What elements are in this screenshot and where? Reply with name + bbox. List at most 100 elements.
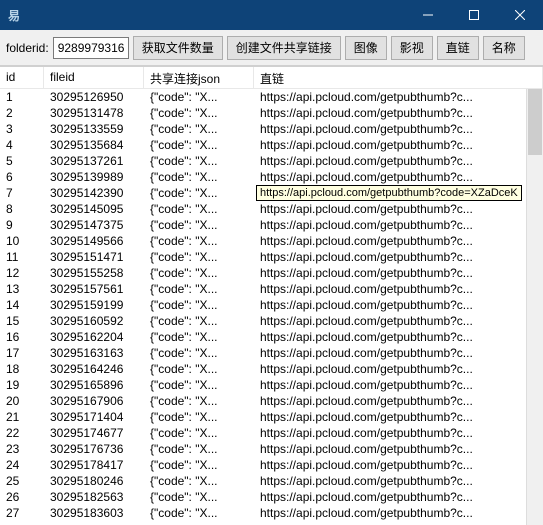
table-row[interactable]: 830295145095{"code": "X...https://api.pc… — [0, 201, 543, 217]
cell-fileid: 30295149566 — [44, 233, 144, 249]
cell-id: 19 — [0, 377, 44, 393]
cell-json: {"code": "X... — [144, 393, 254, 409]
col-fileid[interactable]: fileid — [44, 67, 144, 88]
table-row[interactable]: 2430295178417{"code": "X...https://api.p… — [0, 457, 543, 473]
cell-fileid: 30295126950 — [44, 89, 144, 105]
image-button[interactable]: 图像 — [345, 36, 387, 60]
cell-url: https://api.pcloud.com/getpubthumb?c... — [254, 105, 543, 121]
table-row[interactable]: 1530295160592{"code": "X...https://api.p… — [0, 313, 543, 329]
table-row[interactable]: 1030295149566{"code": "X...https://api.p… — [0, 233, 543, 249]
cell-url: https://api.pcloud.com/getpubthumb?c... — [254, 89, 543, 105]
cell-fileid: 30295147375 — [44, 217, 144, 233]
cell-id: 11 — [0, 249, 44, 265]
cell-url: https://api.pcloud.com/getpubthumb?c... — [254, 361, 543, 377]
minimize-button[interactable] — [405, 0, 451, 30]
table-row[interactable]: 2230295174677{"code": "X...https://api.p… — [0, 425, 543, 441]
cell-json: {"code": "X... — [144, 105, 254, 121]
cell-fileid: 30295162204 — [44, 329, 144, 345]
cell-json: {"code": "X... — [144, 313, 254, 329]
cell-url: https://api.pcloud.com/getpubthumb?c... — [254, 137, 543, 153]
cell-json: {"code": "X... — [144, 457, 254, 473]
table-row[interactable]: 1730295163163{"code": "X...https://api.p… — [0, 345, 543, 361]
cell-json: {"code": "X... — [144, 265, 254, 281]
cell-id: 13 — [0, 281, 44, 297]
vertical-scrollbar[interactable] — [526, 89, 543, 525]
table-row[interactable]: 330295133559{"code": "X...https://api.pc… — [0, 121, 543, 137]
get-file-count-button[interactable]: 获取文件数量 — [133, 36, 223, 60]
maximize-button[interactable] — [451, 0, 497, 30]
table-row[interactable]: 1130295151471{"code": "X...https://api.p… — [0, 249, 543, 265]
table-row[interactable]: 2730295183603{"code": "X...https://api.p… — [0, 505, 543, 521]
cell-json: {"code": "X... — [144, 89, 254, 105]
cell-url: https://api.pcloud.com/getpubthumb?c... — [254, 153, 543, 169]
table-row[interactable]: 130295126950{"code": "X...https://api.pc… — [0, 89, 543, 105]
cell-json: {"code": "X... — [144, 345, 254, 361]
table-row[interactable]: 1430295159199{"code": "X...https://api.p… — [0, 297, 543, 313]
cell-url: https://api.pcloud.com/getpubthumb?c... — [254, 393, 543, 409]
direct-link-button[interactable]: 直链 — [437, 36, 479, 60]
table-row[interactable]: 1830295164246{"code": "X...https://api.p… — [0, 361, 543, 377]
cell-json: {"code": "X... — [144, 409, 254, 425]
scrollbar-thumb[interactable] — [528, 89, 542, 155]
table-row[interactable]: 1230295155258{"code": "X...https://api.p… — [0, 265, 543, 281]
cell-fileid: 30295167906 — [44, 393, 144, 409]
cell-json: {"code": "X... — [144, 169, 254, 185]
table-row[interactable]: 2330295176736{"code": "X...https://api.p… — [0, 441, 543, 457]
cell-id: 1 — [0, 89, 44, 105]
folderid-input[interactable] — [53, 37, 129, 59]
table-row[interactable]: 430295135684{"code": "X...https://api.pc… — [0, 137, 543, 153]
table-row[interactable]: 630295139989{"code": "X...https://api.pc… — [0, 169, 543, 185]
cell-json: {"code": "X... — [144, 249, 254, 265]
table-row[interactable]: 230295131478{"code": "X...https://api.pc… — [0, 105, 543, 121]
cell-url: https://api.pcloud.com/getpubthumb?c... — [254, 425, 543, 441]
cell-id: 6 — [0, 169, 44, 185]
name-button[interactable]: 名称 — [483, 36, 525, 60]
cell-id: 9 — [0, 217, 44, 233]
cell-json: {"code": "X... — [144, 361, 254, 377]
table-row[interactable]: 1330295157561{"code": "X...https://api.p… — [0, 281, 543, 297]
create-share-link-button[interactable]: 创建文件共享链接 — [227, 36, 341, 60]
cell-fileid: 30295133559 — [44, 121, 144, 137]
cell-json: {"code": "X... — [144, 121, 254, 137]
cell-id: 18 — [0, 361, 44, 377]
table-row[interactable]: 1930295165896{"code": "X...https://api.p… — [0, 377, 543, 393]
table-row[interactable]: 530295137261{"code": "X...https://api.pc… — [0, 153, 543, 169]
table-row[interactable]: 1630295162204{"code": "X...https://api.p… — [0, 329, 543, 345]
cell-fileid: 30295155258 — [44, 265, 144, 281]
cell-id: 23 — [0, 441, 44, 457]
cell-json: {"code": "X... — [144, 185, 254, 201]
table-row[interactable]: 2630295182563{"code": "X...https://api.p… — [0, 489, 543, 505]
cell-json: {"code": "X... — [144, 473, 254, 489]
cell-json: {"code": "X... — [144, 297, 254, 313]
col-json[interactable]: 共享连接json — [144, 67, 254, 88]
table-row[interactable]: 930295147375{"code": "X...https://api.pc… — [0, 217, 543, 233]
cell-url: https://api.pcloud.com/getpubthumb?c... — [254, 409, 543, 425]
cell-fileid: 30295139989 — [44, 169, 144, 185]
cell-url: https://api.pcloud.com/getpubthumb?c... — [254, 313, 543, 329]
titlebar: 易 — [0, 0, 543, 30]
cell-fileid: 30295180246 — [44, 473, 144, 489]
cell-url: https://api.pcloud.com/getpubthumb?c... — [254, 169, 543, 185]
cell-fileid: 30295142390 — [44, 185, 144, 201]
cell-fileid: 30295160592 — [44, 313, 144, 329]
col-url[interactable]: 直链 — [254, 67, 543, 88]
cell-fileid: 30295171404 — [44, 409, 144, 425]
url-tooltip: https://api.pcloud.com/getpubthumb?code=… — [256, 185, 522, 201]
cell-url: https://api.pcloud.com/getpubthumb?c... — [254, 281, 543, 297]
cell-url: https://api.pcloud.com/getpubthumb?c... — [254, 217, 543, 233]
table-header: id fileid 共享连接json 直链 — [0, 67, 543, 89]
table-row[interactable]: 2130295171404{"code": "X...https://api.p… — [0, 409, 543, 425]
folderid-label: folderid: — [6, 41, 49, 55]
cell-fileid: 30295151471 — [44, 249, 144, 265]
cell-id: 21 — [0, 409, 44, 425]
table-container: id fileid 共享连接json 直链 130295126950{"code… — [0, 66, 543, 525]
table-row[interactable]: 2030295167906{"code": "X...https://api.p… — [0, 393, 543, 409]
window-title: 易 — [8, 7, 405, 24]
cell-json: {"code": "X... — [144, 153, 254, 169]
cell-fileid: 30295145095 — [44, 201, 144, 217]
video-button[interactable]: 影视 — [391, 36, 433, 60]
cell-id: 4 — [0, 137, 44, 153]
col-id[interactable]: id — [0, 67, 44, 88]
close-button[interactable] — [497, 0, 543, 30]
table-row[interactable]: 2530295180246{"code": "X...https://api.p… — [0, 473, 543, 489]
